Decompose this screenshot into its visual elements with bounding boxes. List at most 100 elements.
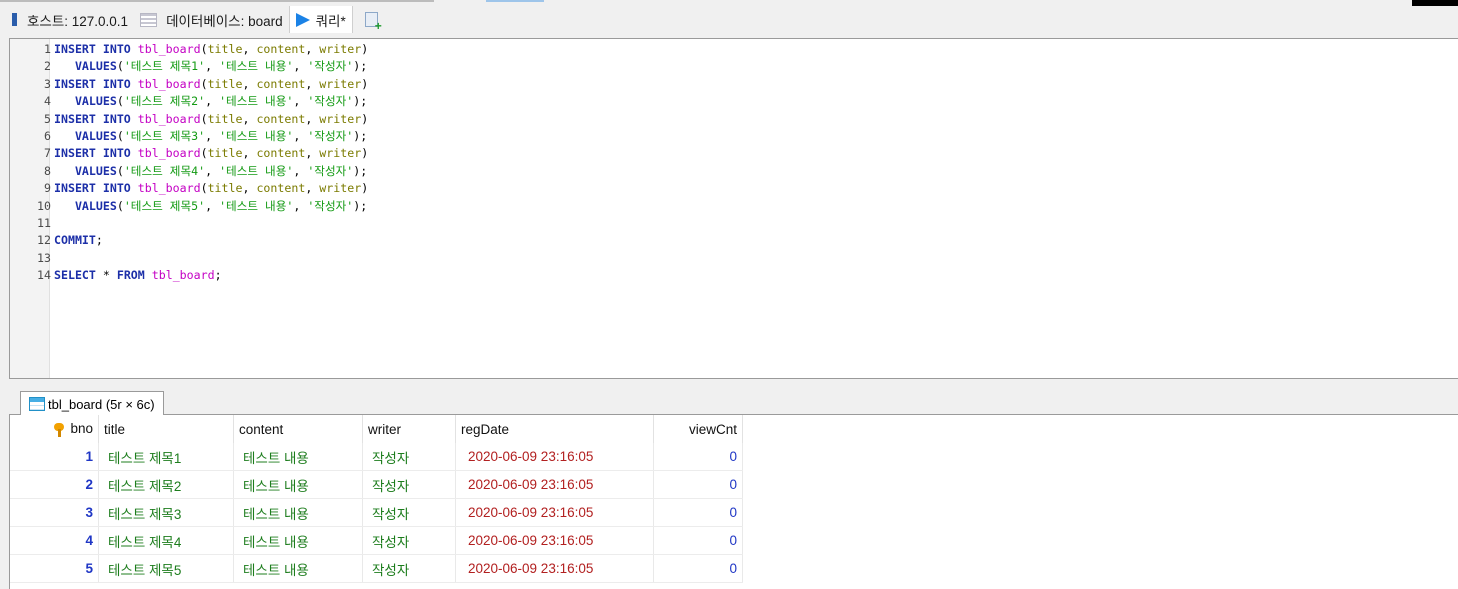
code-token: tbl_board: [151, 268, 215, 283]
code-token: VALUES: [74, 163, 117, 178]
code-line[interactable]: 6 VALUES('테스트 제목3', '테스트 내용', '작성자');: [10, 128, 368, 145]
column-header-writer[interactable]: writer: [362, 415, 456, 443]
code-line[interactable]: 9 INSERT INTO tbl_board(title, content, w…: [10, 180, 368, 197]
column-header-viewcnt[interactable]: viewCnt: [653, 415, 743, 443]
code-token: (: [200, 76, 208, 91]
code-token: ): [361, 111, 369, 126]
tab-database[interactable]: 데이터베이스: board: [134, 6, 289, 33]
cell-regdate[interactable]: 2020-06-09 23:16:05: [455, 470, 654, 499]
code-line[interactable]: 11: [10, 215, 368, 232]
code-line[interactable]: 12 COMMIT;: [10, 232, 368, 249]
code-token: (: [200, 42, 208, 56]
cell-title[interactable]: 테스트 제목2: [98, 470, 234, 499]
code-token: ,: [293, 198, 308, 213]
cell-content[interactable]: 테스트 내용: [233, 526, 363, 555]
code-line[interactable]: 4 VALUES('테스트 제목2', '테스트 내용', '작성자');: [10, 93, 368, 110]
code-token: INSERT INTO: [54, 42, 138, 56]
cell-content[interactable]: 테스트 내용: [233, 470, 363, 499]
cell-regdate[interactable]: 2020-06-09 23:16:05: [455, 554, 654, 583]
cell-content[interactable]: 테스트 내용: [233, 554, 363, 583]
code-token: ,: [242, 42, 257, 56]
column-header-content[interactable]: content: [233, 415, 363, 443]
code-line[interactable]: 7 INSERT INTO tbl_board(title, content, w…: [10, 145, 368, 162]
cell-title[interactable]: 테스트 제목1: [98, 443, 234, 471]
column-header-regdate[interactable]: regDate: [455, 415, 654, 443]
cell-bno[interactable]: 5: [10, 554, 99, 583]
code-token: writer: [319, 76, 362, 91]
code-token: '테스트 내용': [219, 59, 294, 74]
code-token: INSERT INTO: [54, 146, 138, 161]
tab-host[interactable]: 호스트: 127.0.0.1: [0, 6, 134, 33]
cell-writer[interactable]: 작성자: [362, 554, 456, 583]
table-row[interactable]: 4 테스트 제목4 테스트 내용 작성자 2020-06-09 23:16:05 0: [10, 526, 743, 555]
code-token: title: [207, 181, 243, 196]
code-line[interactable]: 1 INSERT INTO tbl_board(title, content, w…: [10, 41, 368, 58]
code-token: ): [361, 42, 369, 56]
code-line[interactable]: 8 VALUES('테스트 제목4', '테스트 내용', '작성자');: [10, 163, 368, 180]
tab-query[interactable]: 쿼리*: [288, 6, 353, 33]
code-line[interactable]: 13: [10, 250, 368, 267]
cell-writer[interactable]: 작성자: [362, 443, 456, 471]
code-token: title: [207, 42, 243, 56]
database-icon: [140, 12, 158, 27]
new-query-icon: [364, 12, 382, 31]
line-number: 1: [44, 42, 51, 56]
column-header-title[interactable]: title: [98, 415, 234, 443]
code-token: content: [256, 111, 306, 126]
table-row[interactable]: 5 테스트 제목5 테스트 내용 작성자 2020-06-09 23:16:05 0: [10, 554, 743, 583]
table-row[interactable]: 3 테스트 제목3 테스트 내용 작성자 2020-06-09 23:16:05 0: [10, 498, 743, 527]
code-token: '테스트 제목5': [123, 198, 206, 213]
cell-writer[interactable]: 작성자: [362, 470, 456, 499]
result-grid[interactable]: bno title content writer regDate viewCnt…: [9, 415, 1458, 589]
server-icon: [12, 13, 17, 26]
cell-title[interactable]: 테스트 제목3: [98, 498, 234, 527]
code-area[interactable]: 1 INSERT INTO tbl_board(title, content, w…: [10, 41, 368, 284]
line-number: 4: [44, 94, 51, 109]
table-row[interactable]: 1 테스트 제목1 테스트 내용 작성자 2020-06-09 23:16:05 0: [10, 443, 743, 471]
code-line[interactable]: 14 SELECT * FROM tbl_board;: [10, 267, 368, 284]
cell-content[interactable]: 테스트 내용: [233, 443, 363, 471]
cell-title[interactable]: 테스트 제목4: [98, 526, 234, 555]
column-header-bno[interactable]: bno: [10, 415, 99, 443]
cell-bno[interactable]: 4: [10, 526, 99, 555]
code-token: ,: [205, 198, 220, 213]
cell-viewcnt[interactable]: 0: [653, 554, 743, 583]
code-token: ): [361, 181, 369, 196]
cell-viewcnt[interactable]: 0: [653, 526, 743, 555]
code-line[interactable]: 3 INSERT INTO tbl_board(title, content, w…: [10, 76, 368, 93]
code-token: title: [207, 111, 243, 126]
cell-title[interactable]: 테스트 제목5: [98, 554, 234, 583]
code-token: title: [207, 146, 243, 161]
code-token: '테스트 제목2': [123, 94, 206, 109]
sql-editor[interactable]: 1 INSERT INTO tbl_board(title, content, w…: [9, 38, 1458, 379]
cell-writer[interactable]: 작성자: [362, 498, 456, 527]
code-token: writer: [319, 181, 362, 196]
top-edge-segment: [0, 0, 434, 2]
new-query-tab-button[interactable]: [353, 6, 384, 33]
cell-regdate[interactable]: 2020-06-09 23:16:05: [455, 498, 654, 527]
cell-regdate[interactable]: 2020-06-09 23:16:05: [455, 526, 654, 555]
code-token: VALUES: [74, 59, 117, 74]
cell-viewcnt[interactable]: 0: [653, 443, 743, 471]
code-token: tbl_board: [137, 146, 201, 161]
result-tab[interactable]: tbl_board (5r × 6c): [20, 391, 164, 416]
cell-regdate[interactable]: 2020-06-09 23:16:05: [455, 443, 654, 471]
cell-viewcnt[interactable]: 0: [653, 470, 743, 499]
cell-writer[interactable]: 작성자: [362, 526, 456, 555]
code-line[interactable]: 5 INSERT INTO tbl_board(title, content, w…: [10, 111, 368, 128]
code-line[interactable]: 2 VALUES('테스트 제목1', '테스트 내용', '작성자');: [10, 58, 368, 75]
cell-viewcnt[interactable]: 0: [653, 498, 743, 527]
code-token: '작성자': [307, 128, 354, 143]
cell-content[interactable]: 테스트 내용: [233, 498, 363, 527]
line-number: 12: [37, 233, 51, 248]
code-token: VALUES: [74, 198, 117, 213]
code-token: content: [256, 42, 306, 56]
code-token: ,: [205, 163, 220, 178]
cell-bno[interactable]: 2: [10, 470, 99, 499]
cell-bno[interactable]: 1: [10, 443, 99, 471]
code-line[interactable]: 10 VALUES('테스트 제목5', '테스트 내용', '작성자');: [10, 198, 368, 215]
line-number: 10: [37, 198, 51, 213]
cell-bno[interactable]: 3: [10, 498, 99, 527]
table-row[interactable]: 2 테스트 제목2 테스트 내용 작성자 2020-06-09 23:16:05 0: [10, 470, 743, 499]
code-token: '테스트 제목4': [123, 163, 206, 178]
